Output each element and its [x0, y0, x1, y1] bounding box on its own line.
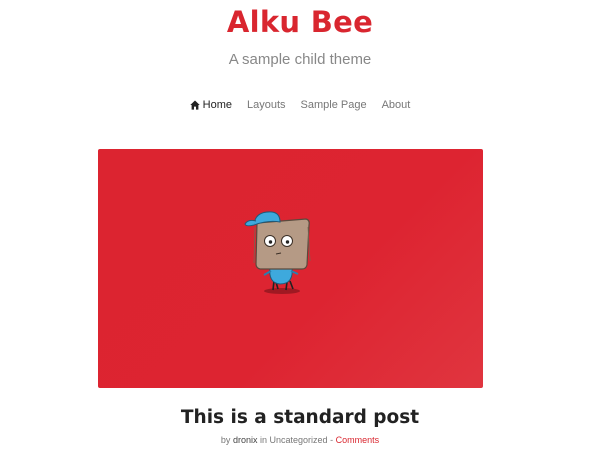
post-meta-in: in	[259, 435, 267, 445]
post-category-link[interactable]: Uncategorized	[270, 435, 328, 445]
nav-item-label: Sample Page	[300, 99, 367, 111]
post-meta-by: by	[220, 435, 231, 445]
post-meta-separator: -	[330, 435, 334, 445]
home-icon	[189, 100, 200, 110]
nav-item-label: Home	[202, 99, 232, 111]
post-title[interactable]: This is a standard post	[0, 406, 600, 430]
post-meta: by dronix in Uncategorized - Comments	[0, 434, 600, 446]
nav-item-label: About	[381, 99, 411, 111]
main-navigation: Home Layouts Sample Page About	[0, 97, 600, 113]
nav-item-about[interactable]: About	[382, 99, 411, 111]
featured-image[interactable]	[98, 149, 483, 388]
nav-item-layouts[interactable]: Layouts	[247, 99, 286, 111]
bee-mascot-illustration	[244, 211, 311, 294]
nav-item-home[interactable]: Home	[189, 99, 232, 111]
site-description: A sample child theme	[228, 51, 372, 68]
site-title[interactable]: Alku Bee	[0, 2, 600, 42]
site-header: Alku Bee A sample child theme	[0, 0, 600, 69]
nav-item-label: Layouts	[247, 99, 286, 111]
post-comments-link[interactable]: Comments	[336, 435, 380, 445]
nav-item-sample-page[interactable]: Sample Page	[301, 99, 367, 111]
post-author-link[interactable]: dronix	[233, 435, 258, 445]
